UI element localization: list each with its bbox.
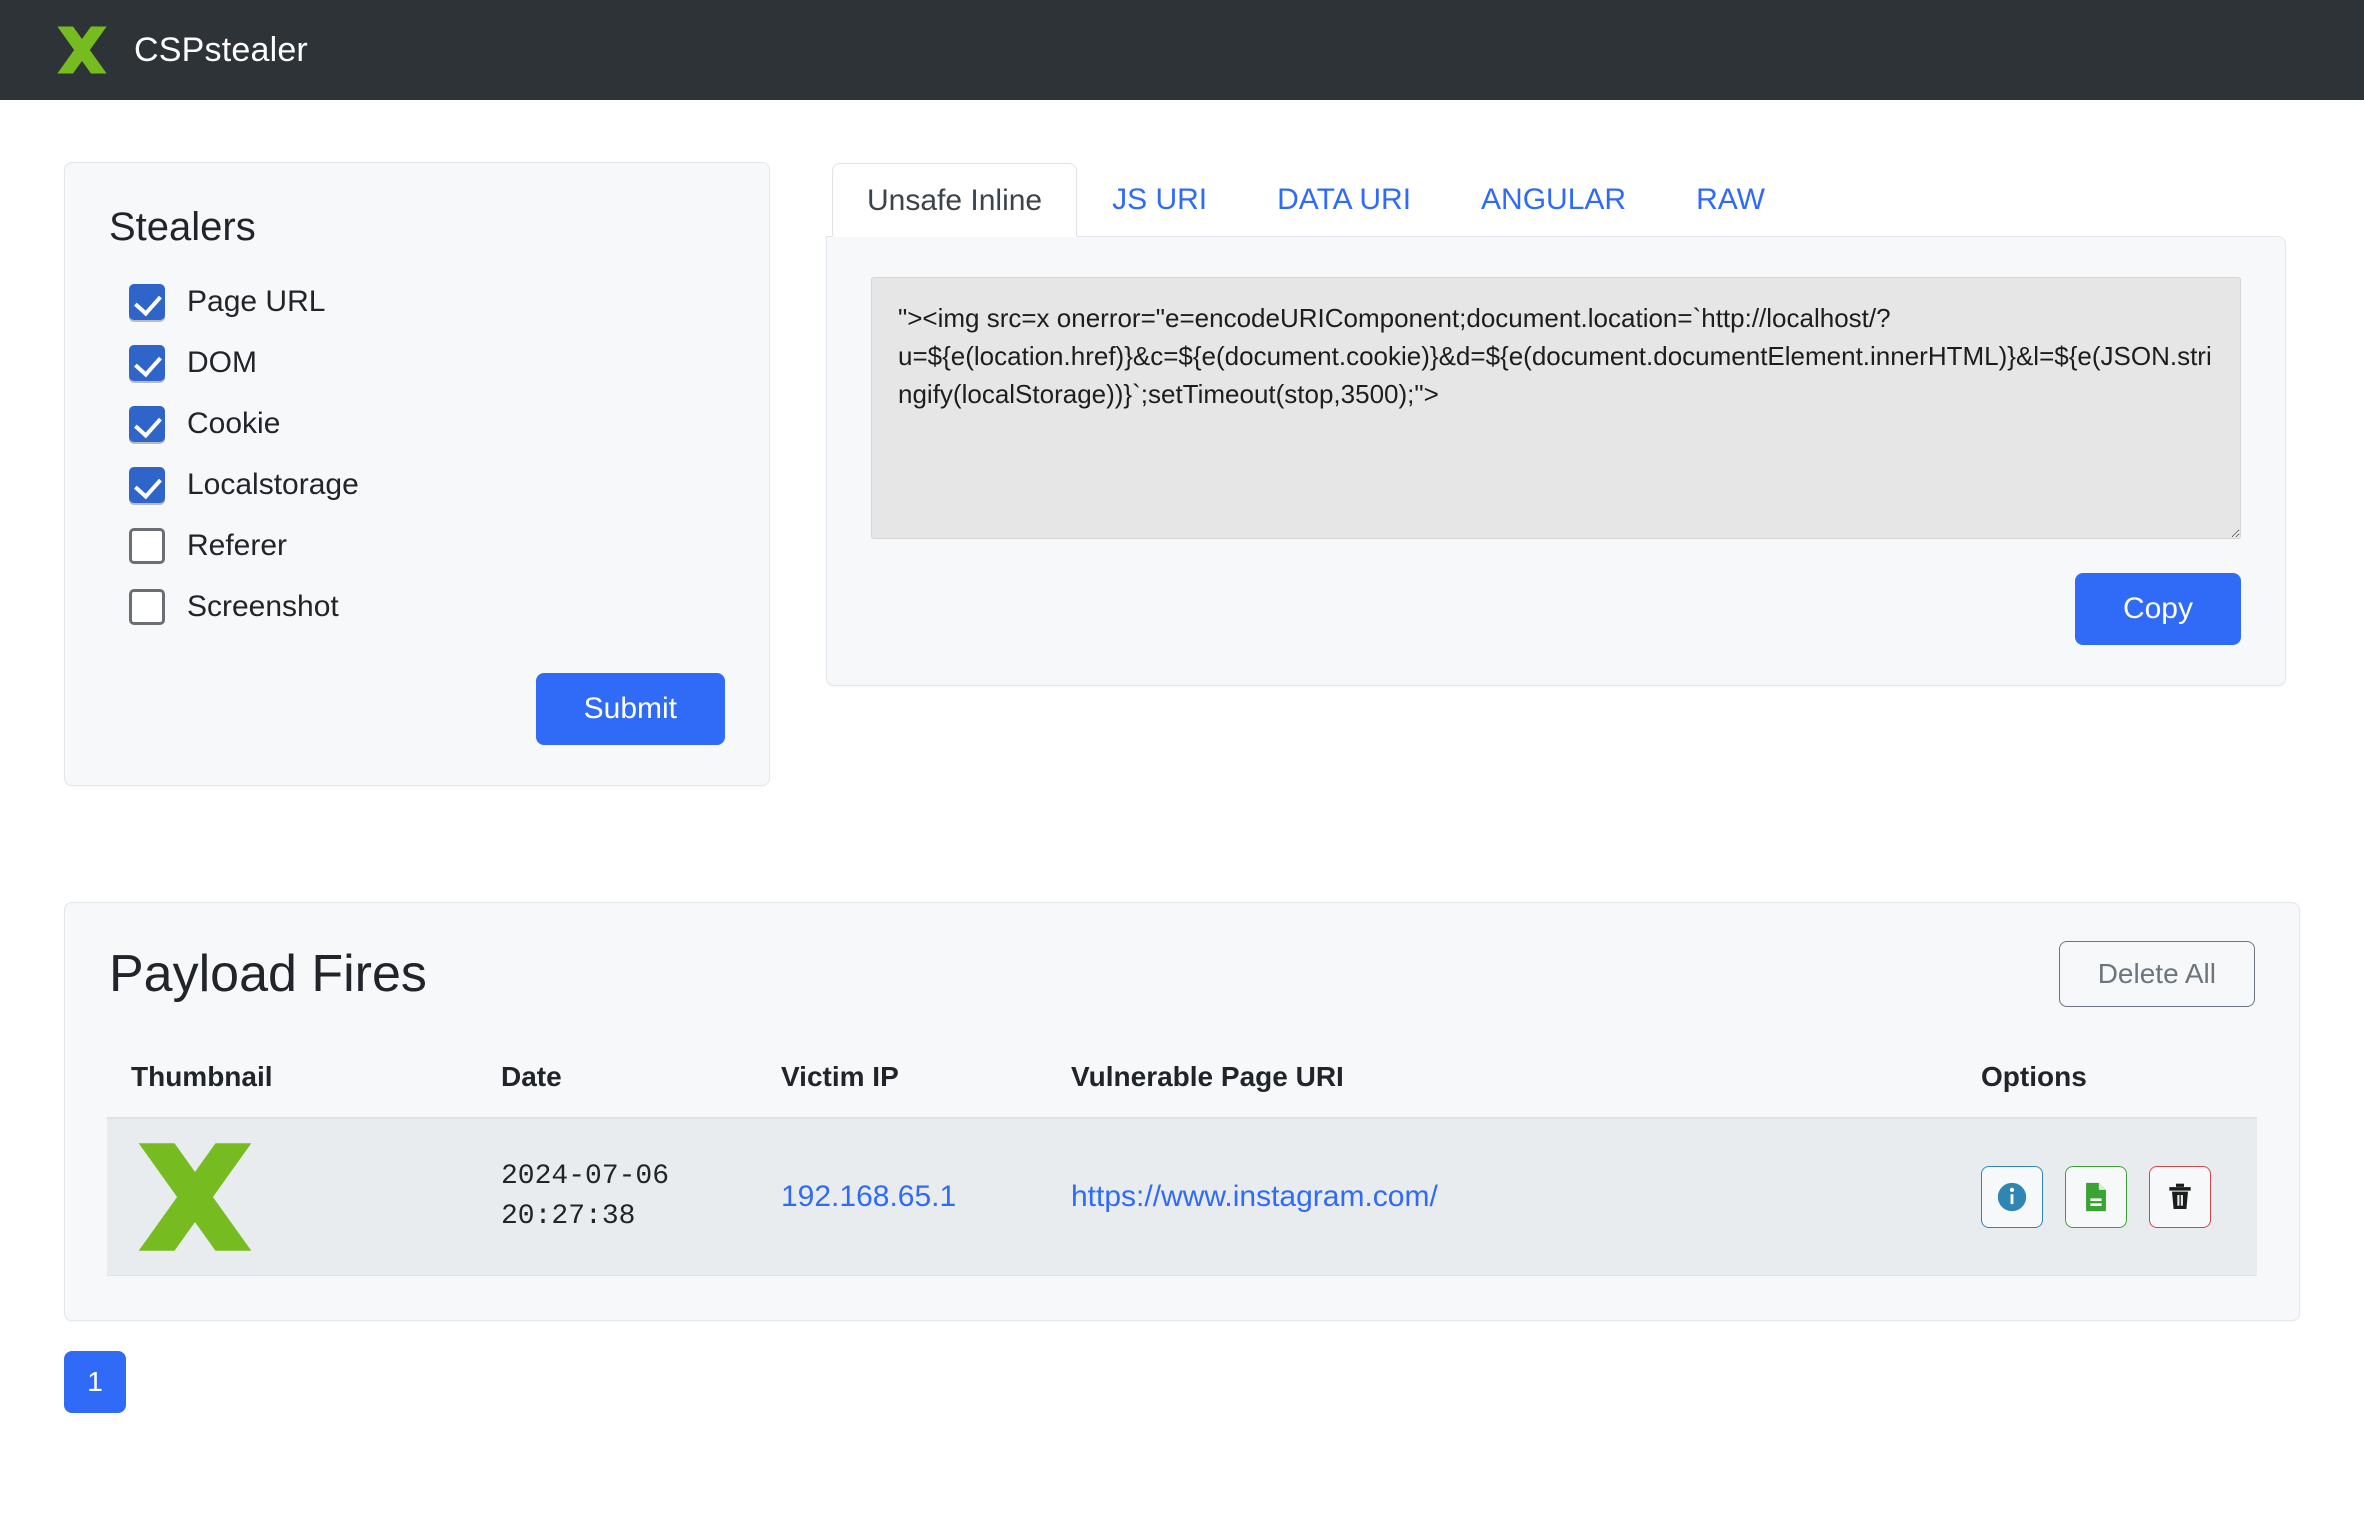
vulnerable-page-uri-link[interactable]: https://www.instagram.com/ [1071, 1180, 1438, 1213]
stealer-option-dom[interactable]: DOM [109, 337, 725, 389]
stealer-option-page-url[interactable]: Page URL [109, 276, 725, 328]
stealer-option-localstorage[interactable]: Localstorage [109, 459, 725, 511]
payload-fires-table: Thumbnail Date Victim IP Vulnerable Page… [107, 1043, 2257, 1276]
submit-row: Submit [109, 673, 725, 745]
stealer-label-screenshot: Screenshot [187, 590, 339, 623]
checkbox-screenshot[interactable] [129, 589, 165, 625]
column-header-thumbnail: Thumbnail [107, 1043, 477, 1119]
stealers-title: Stealers [109, 205, 256, 249]
cell-page-uri: https://www.instagram.com/ [1047, 1117, 1957, 1276]
stealer-label-page-url: Page URL [187, 285, 326, 318]
copy-row: Copy [871, 573, 2241, 645]
report-button[interactable] [2065, 1166, 2127, 1228]
stealer-option-cookie[interactable]: Cookie [109, 398, 725, 450]
x-logo-icon [57, 26, 107, 74]
trash-icon [2169, 1183, 2191, 1209]
column-header-victim-ip: Victim IP [757, 1043, 1047, 1119]
stealer-label-dom: DOM [187, 346, 257, 379]
delete-all-button[interactable]: Delete All [2058, 941, 2255, 1007]
checkbox-localstorage[interactable] [129, 467, 165, 503]
stealer-option-referer[interactable]: Referer [109, 520, 725, 572]
column-header-vulnerable-page-uri: Vulnerable Page URI [1047, 1043, 1957, 1119]
info-button[interactable] [1981, 1166, 2043, 1228]
tab-raw[interactable]: RAW [1661, 162, 1800, 236]
copy-button[interactable]: Copy [2074, 573, 2241, 645]
payload-card: "><img src=x onerror="e=encodeURICompone… [826, 236, 2286, 686]
tab-js-uri[interactable]: JS URI [1077, 162, 1242, 236]
cell-options [1957, 1117, 2257, 1276]
stealer-option-screenshot[interactable]: Screenshot [109, 581, 725, 633]
fire-date: 2024-07-06 20:27:38 [501, 1161, 670, 1232]
payload-fires-card: Payload Fires Delete All Thumbnail Date … [64, 902, 2300, 1321]
payload-column: Unsafe Inline JS URI DATA URI ANGULAR RA… [826, 162, 2286, 686]
cell-date: 2024-07-06 20:27:38 [477, 1117, 757, 1276]
victim-ip-link[interactable]: 192.168.65.1 [781, 1180, 956, 1213]
delete-button[interactable] [2149, 1166, 2211, 1228]
stealer-label-cookie: Cookie [187, 407, 281, 440]
stealer-label-localstorage: Localstorage [187, 468, 359, 501]
report-file-icon [2086, 1182, 2106, 1212]
table-header-row: Thumbnail Date Victim IP Vulnerable Page… [107, 1043, 2257, 1119]
cell-victim-ip: 192.168.65.1 [757, 1117, 1047, 1276]
page-body: Stealers Page URL DOM Cookie Localstorag… [0, 100, 2364, 1413]
tab-data-uri[interactable]: DATA URI [1242, 162, 1446, 236]
top-navbar: CSPstealer [0, 0, 2364, 100]
table-head: Thumbnail Date Victim IP Vulnerable Page… [107, 1043, 2257, 1119]
pagination: 1 [64, 1351, 2364, 1413]
table-row: 2024-07-06 20:27:38 192.168.65.1 https:/… [107, 1117, 2257, 1276]
pagination-page-1[interactable]: 1 [64, 1351, 126, 1413]
tab-unsafe-inline[interactable]: Unsafe Inline [832, 163, 1078, 237]
checkbox-cookie[interactable] [129, 406, 165, 442]
payload-code-textarea[interactable]: "><img src=x onerror="e=encodeURICompone… [871, 277, 2241, 539]
tab-angular[interactable]: ANGULAR [1446, 162, 1661, 236]
column-header-options: Options [1957, 1043, 2257, 1119]
top-row: Stealers Page URL DOM Cookie Localstorag… [0, 100, 2364, 786]
stealers-card: Stealers Page URL DOM Cookie Localstorag… [64, 162, 770, 786]
payload-fires-header: Payload Fires Delete All [107, 941, 2257, 1007]
checkbox-dom[interactable] [129, 345, 165, 381]
brand-link[interactable]: CSPstealer [54, 22, 308, 78]
column-header-date: Date [477, 1043, 757, 1119]
submit-button[interactable]: Submit [535, 673, 725, 745]
payload-fires-title: Payload Fires [109, 945, 427, 1003]
checkbox-page-url[interactable] [129, 284, 165, 320]
stealer-label-referer: Referer [187, 529, 288, 562]
table-body: 2024-07-06 20:27:38 192.168.65.1 https:/… [107, 1117, 2257, 1276]
payload-tabs: Unsafe Inline JS URI DATA URI ANGULAR RA… [826, 162, 2286, 237]
info-icon [1997, 1182, 2027, 1212]
brand-title: CSPstealer [134, 30, 308, 69]
options-group [1981, 1166, 2257, 1228]
cell-thumbnail[interactable] [107, 1117, 477, 1276]
x-logo-icon [138, 1143, 252, 1251]
checkbox-referer[interactable] [129, 528, 165, 564]
